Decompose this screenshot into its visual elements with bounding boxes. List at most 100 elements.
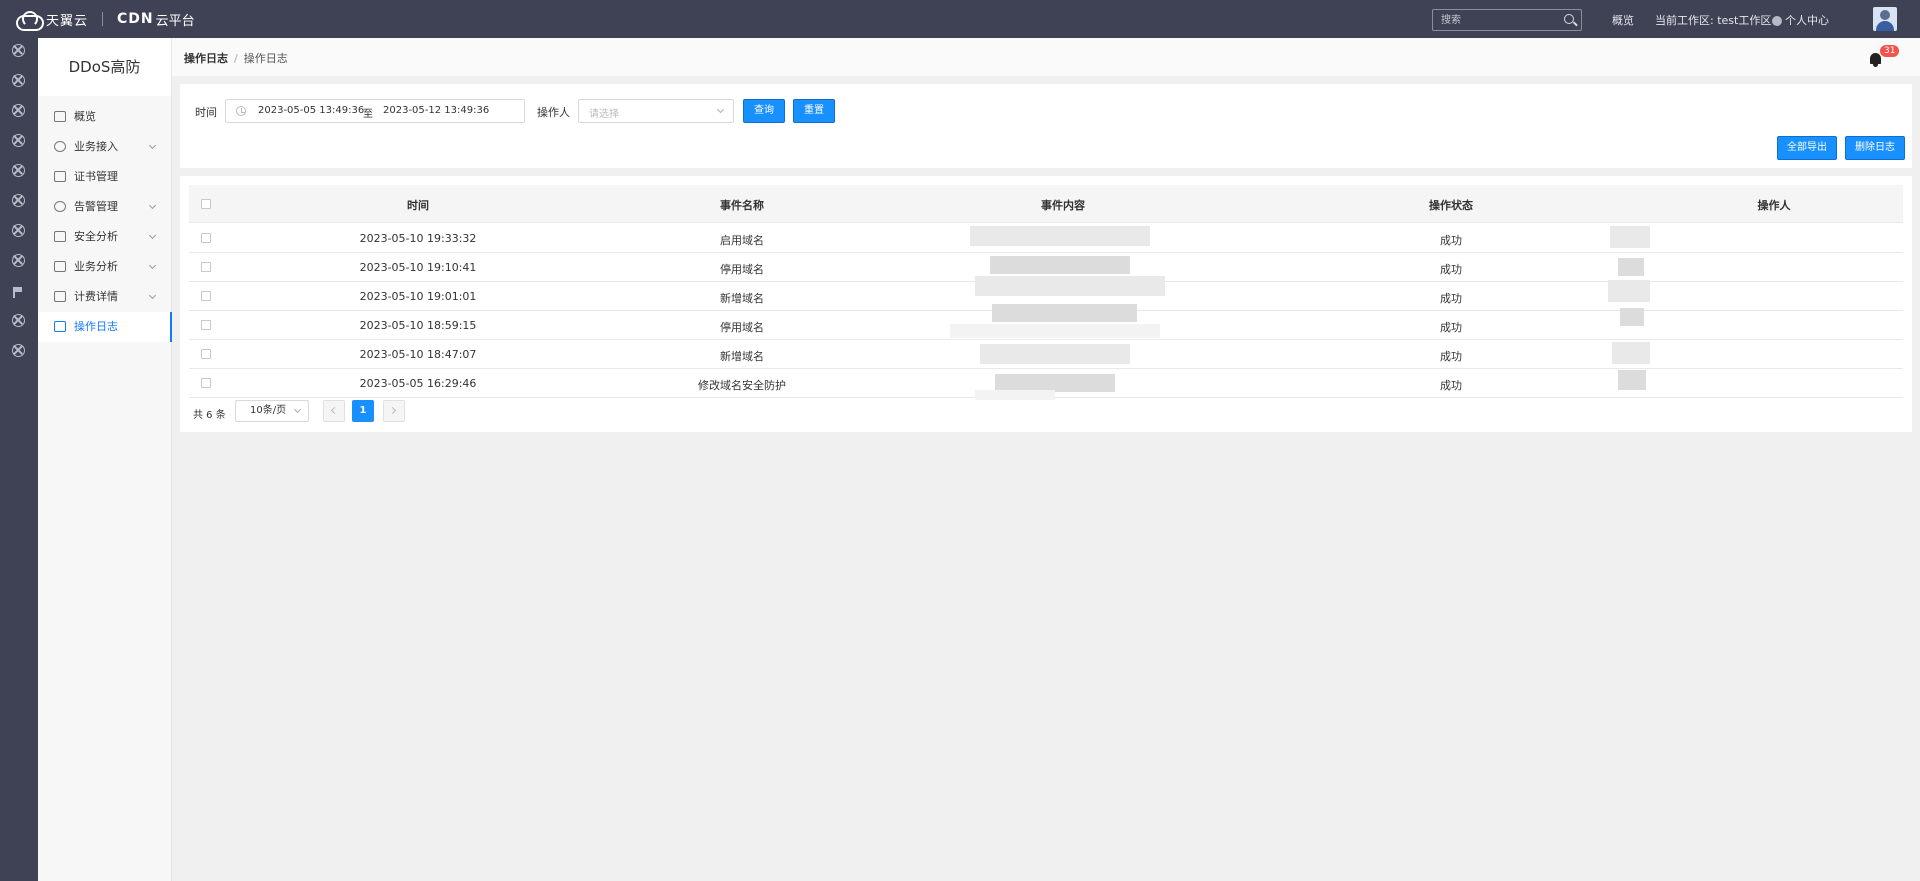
- operator-select[interactable]: 请选择: [578, 99, 734, 123]
- query-button[interactable]: 查询: [743, 99, 785, 123]
- cell-event-name: 停用域名: [720, 263, 764, 276]
- column-header-status[interactable]: 操作状态: [1429, 197, 1473, 213]
- globe-icon: [54, 141, 66, 152]
- operator-label: 操作人: [537, 106, 570, 119]
- start-date[interactable]: 2023-05-05 13:49:36: [258, 105, 364, 116]
- sidebar-item-label: 概览: [74, 110, 96, 123]
- global-search-input[interactable]: [1433, 10, 1553, 30]
- rail-product-icon[interactable]: [12, 104, 25, 117]
- clock-icon: [236, 106, 246, 116]
- row-checkbox[interactable]: [201, 233, 211, 243]
- date-range-picker[interactable]: 2023-05-05 13:49:36 至 2023-05-12 13:49:3…: [225, 99, 525, 123]
- brand-logo[interactable]: 天翼云 CDN 云平台: [14, 8, 195, 31]
- sidebar-item-alerts[interactable]: 告警管理: [38, 192, 171, 222]
- product-suffix: 云平台: [155, 13, 195, 29]
- breadcrumb-bar: 操作日志 / 操作日志 31: [172, 38, 1920, 76]
- column-header-time[interactable]: 时间: [407, 197, 429, 213]
- cell-status: 成功: [1440, 379, 1462, 392]
- row-checkbox[interactable]: [201, 262, 211, 272]
- top-overview-link[interactable]: 概览: [1612, 12, 1634, 28]
- notification-badge: 31: [1880, 45, 1900, 57]
- delete-logs-button[interactable]: 删除日志: [1845, 136, 1905, 160]
- column-header-operator[interactable]: 操作人: [1758, 197, 1791, 213]
- sidebar-item-label: 计费详情: [74, 290, 118, 303]
- cell-time: 2023-05-05 16:29:46: [359, 377, 477, 390]
- rail-product-icon[interactable]: [12, 164, 25, 177]
- row-checkbox[interactable]: [201, 378, 211, 388]
- rail-product-icon[interactable]: [12, 44, 25, 57]
- sidebar-item-operation-log[interactable]: 操作日志: [38, 312, 172, 342]
- cloud-logo-icon: [14, 10, 44, 31]
- workspace-switcher[interactable]: 当前工作区: test工作区: [1655, 12, 1783, 28]
- page-size-select[interactable]: 10条/页: [235, 400, 309, 422]
- export-all-button[interactable]: 全部导出: [1777, 136, 1837, 160]
- rail-product-icon[interactable]: [12, 314, 25, 327]
- chevron-down-icon: [293, 405, 302, 414]
- sidebar-item-label: 业务分析: [74, 260, 118, 273]
- flag-icon[interactable]: [13, 287, 23, 298]
- chevron-left-icon: [330, 406, 339, 415]
- cell-status: 成功: [1440, 350, 1462, 363]
- next-page-button[interactable]: [383, 400, 405, 422]
- billing-icon: [54, 291, 66, 302]
- select-all-checkbox[interactable]: [201, 199, 211, 209]
- product-rail: [0, 38, 38, 881]
- rail-product-icon[interactable]: [12, 224, 25, 237]
- rail-product-icon[interactable]: [12, 344, 25, 357]
- rail-product-icon[interactable]: [12, 134, 25, 147]
- cell-time: 2023-05-10 18:47:07: [359, 348, 477, 361]
- cell-event-name: 新增域名: [720, 350, 764, 363]
- sidebar-item-label: 操作日志: [74, 320, 118, 333]
- grid-chart-icon: [54, 261, 66, 272]
- chevron-down-icon: [148, 231, 157, 240]
- breadcrumb: 操作日志 / 操作日志: [184, 50, 288, 66]
- monitor-icon: [54, 111, 66, 122]
- sidebar-item-billing[interactable]: 计费详情: [38, 282, 171, 312]
- brand-name: 天翼云: [46, 13, 89, 29]
- cell-event-name: 启用域名: [720, 234, 764, 247]
- row-checkbox[interactable]: [201, 320, 211, 330]
- rail-product-icon[interactable]: [12, 194, 25, 207]
- rail-product-icon[interactable]: [12, 74, 25, 87]
- alert-icon: [54, 201, 66, 212]
- certificate-icon: [54, 171, 66, 182]
- row-checkbox[interactable]: [201, 349, 211, 359]
- search-icon[interactable]: [1564, 14, 1574, 24]
- cell-status: 成功: [1440, 321, 1462, 334]
- breadcrumb-current: 操作日志: [243, 52, 288, 65]
- avatar[interactable]: [1873, 7, 1897, 31]
- column-header-event-name[interactable]: 事件名称: [720, 197, 764, 213]
- pagination: 共 6 条 10条/页 1: [180, 400, 1912, 424]
- sidebar-item-label: 告警管理: [74, 200, 118, 213]
- current-page-button[interactable]: 1: [352, 400, 374, 422]
- chevron-down-icon: [148, 261, 157, 270]
- sidebar-item-label: 安全分析: [74, 230, 118, 243]
- sidebar-item-certificates[interactable]: 证书管理: [38, 162, 171, 192]
- reset-button[interactable]: 重置: [793, 99, 835, 123]
- chevron-down-icon: [148, 291, 157, 300]
- column-header-event-content[interactable]: 事件内容: [1041, 197, 1085, 213]
- cell-status: 成功: [1440, 234, 1462, 247]
- end-date[interactable]: 2023-05-12 13:49:36: [383, 105, 489, 116]
- sidebar-item-security-analysis[interactable]: 安全分析: [38, 222, 171, 252]
- sidebar-item-overview[interactable]: 概览: [38, 102, 171, 132]
- sidebar-title: DDoS高防: [38, 38, 171, 96]
- cell-status: 成功: [1440, 292, 1462, 305]
- pagination-total: 共 6 条: [193, 410, 226, 421]
- page-size-value: 10条/页: [250, 405, 287, 416]
- shield-icon: [54, 231, 66, 242]
- rail-product-icon[interactable]: [12, 254, 25, 267]
- bell-icon[interactable]: [1869, 53, 1882, 67]
- cell-time: 2023-05-10 19:01:01: [359, 290, 477, 303]
- sidebar-item-business-access[interactable]: 业务接入: [38, 132, 171, 162]
- edit-log-icon: [54, 321, 66, 332]
- row-checkbox[interactable]: [201, 291, 211, 301]
- product-brand: CDN: [117, 11, 154, 27]
- filter-panel: 时间 2023-05-05 13:49:36 至 2023-05-12 13:4…: [180, 84, 1912, 168]
- breadcrumb-parent[interactable]: 操作日志: [184, 52, 228, 65]
- sidebar-item-business-analysis[interactable]: 业务分析: [38, 252, 171, 282]
- time-label: 时间: [195, 106, 217, 119]
- user-center-link[interactable]: 个人中心: [1785, 12, 1829, 28]
- cell-time: 2023-05-10 19:10:41: [359, 261, 477, 274]
- prev-page-button[interactable]: [323, 400, 345, 422]
